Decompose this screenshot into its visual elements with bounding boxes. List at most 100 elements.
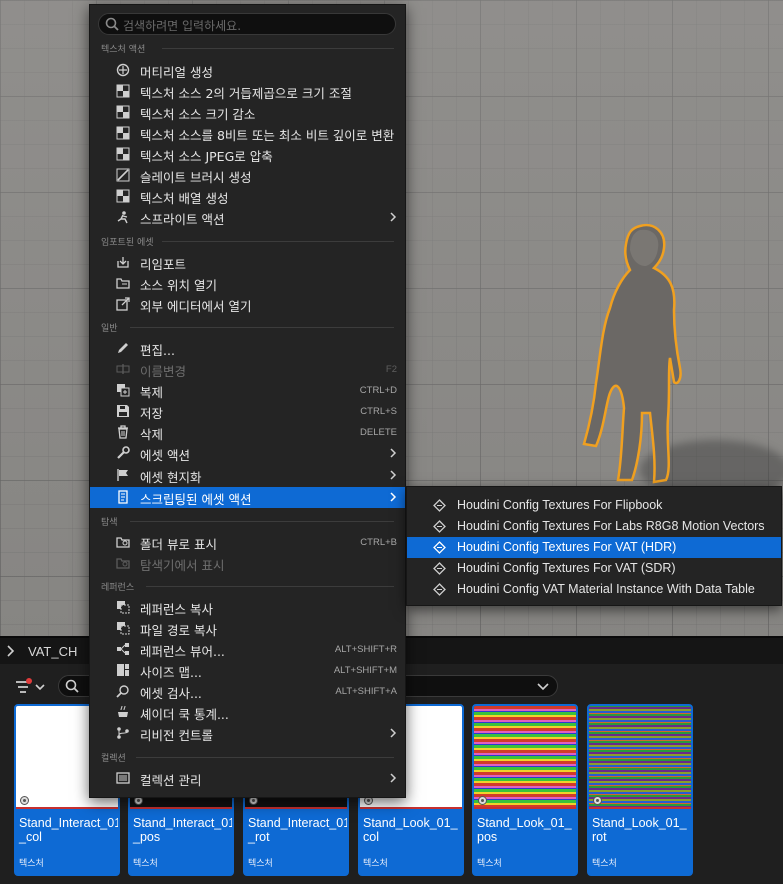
asset-name: Stand_Look_01_ pos: [477, 816, 572, 844]
search-icon: [105, 17, 119, 31]
submenu-item-label: Houdini Config Textures For VAT (HDR): [457, 540, 677, 554]
menu-item-asset-localization[interactable]: 에셋 현지화: [90, 465, 405, 486]
menu-item-show-folder-view[interactable]: 폴더 뷰로 표시 CTRL+B: [90, 532, 405, 553]
menu-item-copy-reference[interactable]: 레퍼런스 복사: [90, 597, 405, 618]
asset-name: Stand_Interact_01 _rot: [248, 816, 349, 844]
menu-item-audit-assets[interactable]: 에셋 검사... ALT+SHIFT+A: [90, 681, 405, 702]
asset-thumbnail: [474, 706, 576, 808]
menu-item-label: 리비전 컨트롤: [140, 728, 213, 743]
houdini-diamond-icon: [433, 562, 446, 575]
menu-item-manage-collections[interactable]: 컬렉션 관리: [90, 768, 405, 789]
menu-item-create-texture-array[interactable]: 텍스처 배열 생성: [90, 186, 405, 207]
menu-search-input[interactable]: 검색하려면 입력하세요.: [98, 13, 396, 35]
search-icon: [65, 679, 79, 693]
asset-type: 텍스처: [248, 859, 273, 869]
filter-button[interactable]: [14, 678, 48, 696]
asset-name: Stand_Interact_01 _pos: [133, 816, 234, 844]
checker-texture-icon: [116, 189, 130, 203]
asset-tile[interactable]: Stand_Look_01_ pos 텍스처: [472, 704, 578, 876]
asset-type: 텍스처: [477, 859, 502, 869]
asset-type-strip: [245, 807, 347, 809]
menu-item-copy-file-path[interactable]: 파일 경로 복사: [90, 618, 405, 639]
section-header-texture-actions: 텍스처 액션: [101, 45, 146, 55]
menu-item-label: 에셋 검사...: [140, 686, 202, 701]
menu-item-size-map[interactable]: 사이즈 맵... ALT+SHIFT+M: [90, 660, 405, 681]
copy-icon: [117, 622, 130, 635]
texture-icon: [593, 796, 602, 805]
save-icon: [117, 405, 129, 417]
menu-item-open-source-location[interactable]: 소스 위치 열기: [90, 273, 405, 294]
filter-icon: [16, 678, 45, 693]
menu-item-label: 스크립팅된 에셋 액션: [140, 492, 252, 507]
checker-texture-icon: [116, 84, 130, 98]
checker-texture-icon: [116, 126, 130, 140]
menu-item-convert-bit-depth[interactable]: 텍스처 소스를 8비트 또는 최소 비트 깊이로 변환: [90, 123, 405, 144]
chevron-right-icon: [390, 773, 397, 783]
menu-item-save[interactable]: 저장 CTRL+S: [90, 401, 405, 422]
menu-item-revision-control[interactable]: 리비전 컨트롤: [90, 723, 405, 744]
menu-item-label: 레퍼런스 복사: [140, 602, 213, 617]
menu-item-asset-actions[interactable]: 에셋 액션: [90, 443, 405, 464]
houdini-diamond-icon: [433, 583, 446, 596]
chevron-right-icon: [390, 728, 397, 738]
external-link-icon: [116, 297, 130, 311]
submenu-item-vat-sdr[interactable]: Houdini Config Textures For VAT (SDR): [407, 558, 781, 579]
chevron-right-icon: [390, 492, 397, 502]
divider: [162, 241, 394, 242]
menu-item-reimport[interactable]: 리임포트: [90, 252, 405, 273]
texture-icon: [478, 796, 487, 805]
section-header-general: 일반: [101, 324, 118, 334]
menu-item-label: 외부 에디터에서 열기: [140, 299, 252, 314]
menu-item-shortcut: CTRL+D: [359, 385, 397, 396]
menu-item-shortcut: DELETE: [360, 427, 397, 438]
menu-item-label: 폴더 뷰로 표시: [140, 537, 217, 552]
menu-item-create-slate-brush[interactable]: 슬레이트 브러시 생성: [90, 165, 405, 186]
menu-item-scripted-asset-actions[interactable]: 스크립팅된 에셋 액션: [90, 487, 405, 508]
menu-item-label: 편집...: [140, 343, 175, 358]
menu-item-shortcut: ALT+SHIFT+R: [334, 644, 397, 655]
menu-item-label: 에셋 현지화: [140, 470, 202, 485]
menu-item-reduce-size[interactable]: 텍스처 소스 크기 감소: [90, 102, 405, 123]
menu-item-create-material[interactable]: 머티리얼 생성: [90, 60, 405, 81]
cooking-pot-icon: [118, 705, 128, 717]
menu-item-label: 셰이더 쿡 통계...: [140, 707, 229, 722]
menu-item-label: 텍스처 소스 크기 감소: [140, 107, 256, 122]
asset-type-strip: [16, 807, 118, 809]
submenu-item-vat-material-instance[interactable]: Houdini Config VAT Material Instance Wit…: [407, 579, 781, 600]
search-placeholder: 검색하려면 입력하세요.: [123, 19, 242, 33]
menu-item-reference-viewer[interactable]: 레퍼런스 뷰어... ALT+SHIFT+R: [90, 639, 405, 660]
menu-item-rename[interactable]: 이름변경 F2: [90, 359, 405, 380]
asset-name: Stand_Interact_01 _col: [19, 816, 120, 844]
menu-item-compress-jpeg[interactable]: 텍스처 소스 JPEG로 압축: [90, 144, 405, 165]
asset-type-strip: [474, 807, 576, 809]
menu-item-duplicate[interactable]: 복제 CTRL+D: [90, 380, 405, 401]
rename-icon: [116, 364, 130, 374]
character-mesh[interactable]: [570, 218, 710, 488]
menu-item-sprite-actions[interactable]: 스프라이트 액션: [90, 207, 405, 228]
chevron-right-icon[interactable]: [6, 645, 16, 657]
asset-context-menu: 검색하려면 입력하세요. 텍스처 액션 머티리얼 생성 텍스처 소스 2의 거듭…: [89, 4, 406, 798]
menu-item-label: 파일 경로 복사: [140, 623, 217, 638]
menu-item-label: 리임포트: [140, 257, 187, 272]
menu-item-shortcut: F2: [385, 364, 397, 375]
menu-item-edit[interactable]: 편집...: [90, 338, 405, 359]
menu-item-show-in-explorer[interactable]: 탐색기에서 표시: [90, 553, 405, 574]
menu-item-label: 스프라이트 액션: [140, 212, 225, 227]
menu-item-delete[interactable]: 삭제 DELETE: [90, 422, 405, 443]
asset-type: 텍스처: [592, 859, 617, 869]
brush-icon: [116, 168, 130, 182]
asset-tile[interactable]: Stand_Look_01_ rot 텍스처: [587, 704, 693, 876]
submenu-item-flipbook[interactable]: Houdini Config Textures For Flipbook: [407, 495, 781, 516]
wrench-icon: [117, 446, 130, 459]
chevron-down-icon[interactable]: [537, 679, 549, 693]
divider: [146, 586, 394, 587]
menu-item-resize-pow2[interactable]: 텍스처 소스 2의 거듭제곱으로 크기 조절: [90, 81, 405, 102]
submenu-item-labs-motion-vectors[interactable]: Houdini Config Textures For Labs R8G8 Mo…: [407, 516, 781, 537]
submenu-item-vat-hdr[interactable]: Houdini Config Textures For VAT (HDR): [407, 537, 781, 558]
menu-item-shader-cook-stats[interactable]: 셰이더 쿡 통계...: [90, 702, 405, 723]
menu-item-label: 머티리얼 생성: [140, 65, 213, 80]
menu-item-label: 슬레이트 브러시 생성: [140, 170, 252, 185]
checker-texture-icon: [116, 105, 130, 119]
path-segment[interactable]: VAT_CH: [28, 644, 77, 659]
menu-item-open-external-editor[interactable]: 외부 에디터에서 열기: [90, 294, 405, 315]
